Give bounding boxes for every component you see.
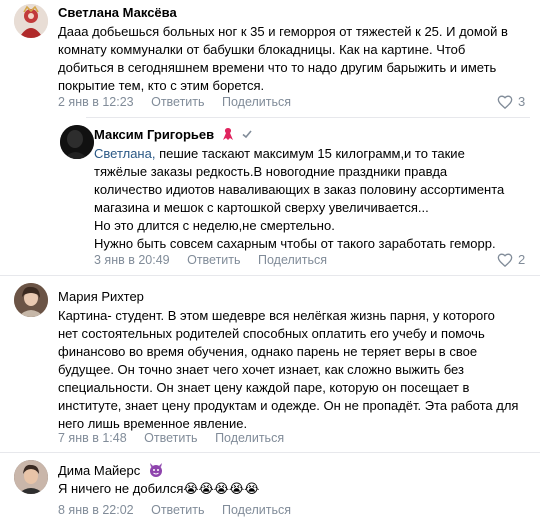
comment-text: Картина- студент. В этом шедевре вся нел…: [58, 307, 518, 433]
comment-date[interactable]: 8 янв в 22:02: [58, 503, 134, 517]
share-button[interactable]: Поделиться: [222, 95, 291, 109]
heart-icon: [497, 253, 513, 267]
mention-link[interactable]: Светлана,: [94, 146, 155, 161]
comment-author[interactable]: Мария Рихтер: [58, 289, 144, 304]
comment-meta: 7 янв в 1:48 Ответить Поделиться: [58, 431, 298, 445]
comment-date[interactable]: 2 янв в 12:23: [58, 95, 134, 109]
comment-meta: 3 янв в 20:49 Ответить Поделиться: [94, 253, 341, 267]
like-count: 3: [518, 94, 526, 109]
comment-text-line: комнату коммуналки от бабушки блокадницы…: [58, 42, 466, 57]
avatar[interactable]: [14, 283, 48, 317]
devil-emoji-icon: [148, 462, 164, 481]
reply-button[interactable]: Ответить: [151, 503, 204, 517]
share-button[interactable]: Поделиться: [222, 503, 291, 517]
like-count: 2: [518, 252, 526, 267]
heart-icon: [497, 95, 513, 109]
comment-text-line: специальности. Он знает цену каждой паре…: [58, 380, 470, 395]
like-button[interactable]: 2: [497, 252, 525, 267]
comment-text-line: Я ничего не добился😭😭😭😭😭: [58, 481, 260, 496]
reply-button[interactable]: Ответить: [144, 431, 197, 445]
verified-check-icon: [241, 128, 253, 143]
like-button[interactable]: 3: [497, 94, 525, 109]
comment-text: Дааа добьешься больных ног к 35 и геморр…: [58, 23, 508, 95]
divider: [0, 452, 540, 453]
avatar[interactable]: [60, 125, 94, 159]
comment-text-line: будущее. Он точно знает чего хочет изнае…: [58, 362, 464, 377]
comment-text-line: Нужно быть совсем сахарным чтобы от тако…: [94, 236, 496, 251]
comment-text: Светлана, пешие таскают максимум 15 кило…: [94, 145, 504, 253]
comment-text-line: финансово во время обучения, однако паре…: [58, 344, 478, 359]
comment-text-line: институте, знает цену продуктам и одежде…: [58, 398, 519, 413]
comment-meta: 8 янв в 22:02 Ответить Поделиться: [58, 503, 305, 517]
comment-text-line: Но это длится с неделю,не смертельно.: [94, 218, 335, 233]
comment-text-line: нет состоятельных родителей способных оп…: [58, 326, 485, 341]
reply-button[interactable]: Ответить: [187, 253, 240, 267]
comment-text-line: добиться в сегодняшнем времени что то на…: [58, 60, 497, 75]
share-button[interactable]: Поделиться: [258, 253, 327, 267]
share-button[interactable]: Поделиться: [215, 431, 284, 445]
author-name[interactable]: Дима Майерс: [58, 463, 140, 478]
comment-text-line: Картина- студент. В этом шедевре вся нел…: [58, 308, 495, 323]
comment-date[interactable]: 7 янв в 1:48: [58, 431, 127, 445]
comment-author: Максим Григорьев: [94, 127, 253, 144]
avatar[interactable]: [14, 4, 48, 38]
divider: [0, 275, 540, 276]
comment-date[interactable]: 3 янв в 20:49: [94, 253, 170, 267]
comment-meta: 2 янв в 12:23 Ответить Поделиться: [58, 95, 305, 109]
author-name[interactable]: Максим Григорьев: [94, 127, 214, 142]
comment-text: Я ничего не добился😭😭😭😭😭: [58, 480, 259, 498]
avatar[interactable]: [14, 460, 48, 494]
comment-author[interactable]: Светлана Максёва: [58, 5, 177, 20]
comment-text-line: тяжёлые заказы редкость.В новогодние пра…: [94, 164, 448, 179]
comment-author: Дима Майерс: [58, 462, 164, 481]
comment-text-line: магазина и мешок с картошкой сверху увел…: [94, 200, 429, 215]
comment-text-line: количество идиотов наваливающих в заказ …: [94, 182, 505, 197]
ribbon-icon: [222, 127, 234, 144]
reply-button[interactable]: Ответить: [151, 95, 204, 109]
divider: [86, 117, 530, 118]
comment-text-line: Дааа добьешься больных ног к 35 и геморр…: [58, 24, 508, 39]
comment-text-line: пешие таскают максимум 15 килограмм,и то…: [155, 146, 465, 161]
comment-text-line: покрытие тем, кто с этим борется.: [58, 78, 265, 93]
